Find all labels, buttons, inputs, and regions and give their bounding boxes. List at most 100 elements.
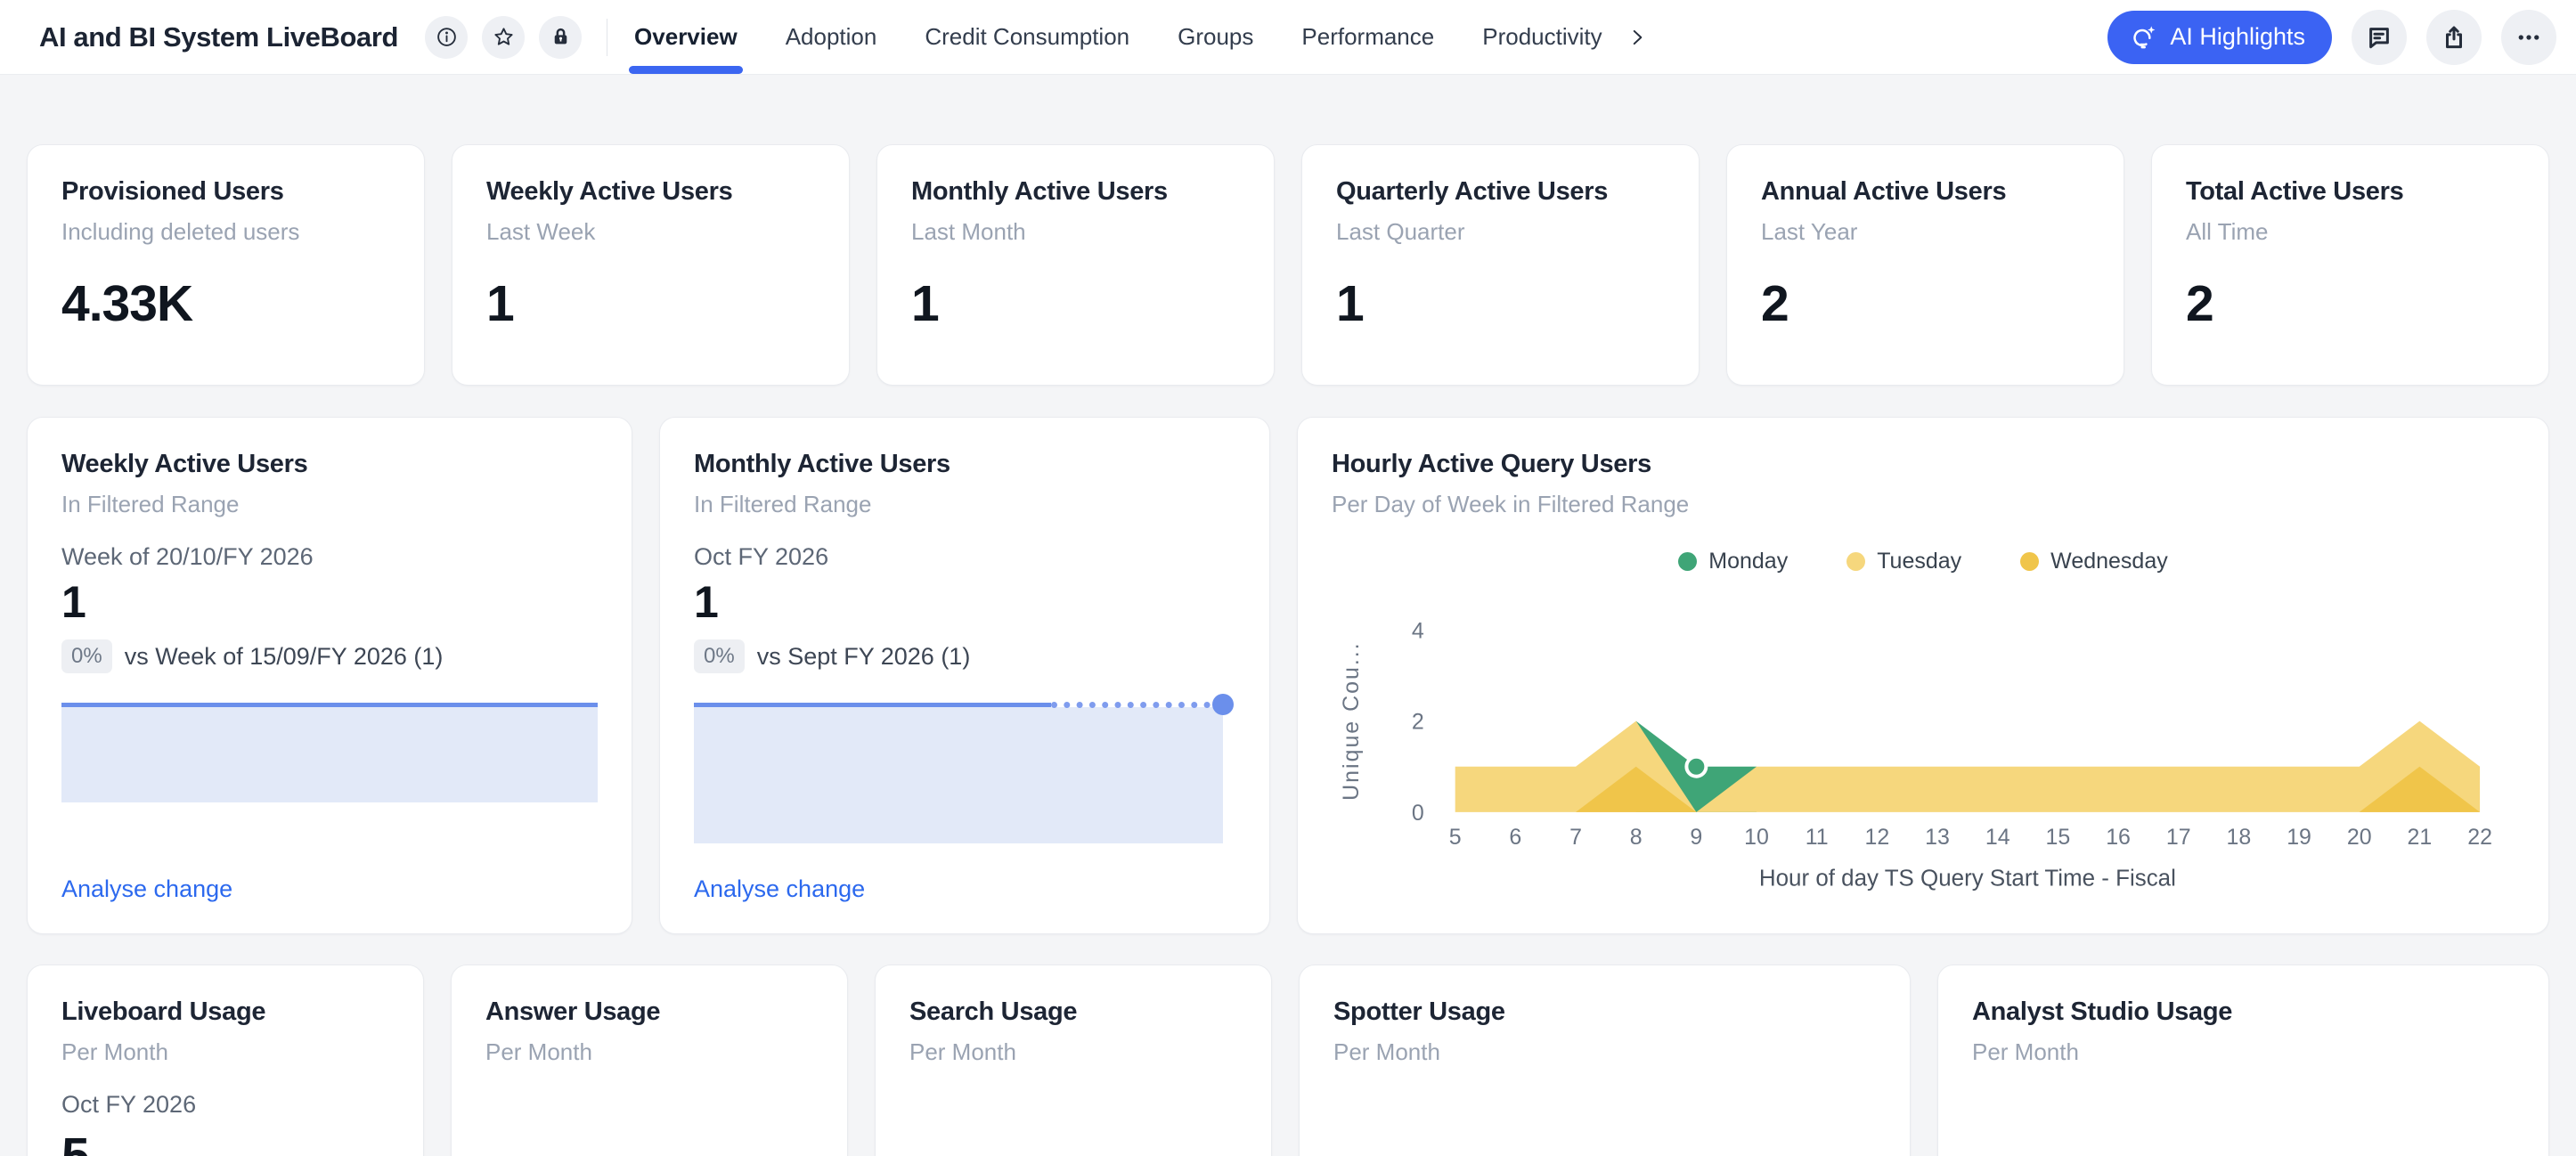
legend-item-tuesday[interactable]: Tuesday	[1846, 549, 1961, 574]
legend-label: Tuesday	[1877, 549, 1961, 574]
usage-row: Liveboard Usage Per Month Oct FY 2026 5 …	[27, 965, 2549, 1156]
tab-groups[interactable]: Groups	[1178, 0, 1253, 74]
card-title: Weekly Active Users	[61, 448, 598, 480]
lock-button[interactable]	[539, 16, 582, 59]
legend-dot	[1678, 552, 1697, 571]
analyse-change-link[interactable]: Analyse change	[61, 875, 598, 903]
share-icon	[2441, 24, 2467, 51]
trend-row: Weekly Active Users In Filtered Range We…	[27, 417, 2549, 934]
kpi-value: 1	[911, 274, 1240, 333]
kpi-card-quarterly-active-users: Quarterly Active Users Last Quarter 1	[1301, 144, 1700, 386]
card-title: Hourly Active Query Users	[1332, 448, 2515, 480]
card-subtitle: In Filtered Range	[694, 490, 1235, 518]
kpi-value: 2	[1761, 274, 2090, 333]
tab-overview[interactable]: Overview	[634, 0, 738, 74]
share-button[interactable]	[2426, 10, 2482, 65]
trend-card-weekly-active-users: Weekly Active Users In Filtered Range We…	[27, 417, 632, 934]
card-subtitle: All Time	[2186, 217, 2515, 246]
x-tick-label: 12	[1865, 825, 1890, 850]
usage-card-liveboard: Liveboard Usage Per Month Oct FY 2026 5	[27, 965, 424, 1156]
sparkle-bulb-icon	[2131, 23, 2158, 51]
x-tick-label: 16	[2106, 825, 2131, 850]
tab-adoption[interactable]: Adoption	[786, 0, 877, 74]
x-tick-label: 13	[1925, 825, 1950, 850]
card-subtitle: In Filtered Range	[61, 490, 598, 518]
card-title: Weekly Active Users	[486, 175, 815, 208]
trend-card-monthly-active-users: Monthly Active Users In Filtered Range O…	[659, 417, 1270, 934]
card-title: Monthly Active Users	[911, 175, 1240, 208]
change-badge: 0%	[61, 639, 112, 673]
legend-item-wednesday[interactable]: Wednesday	[2020, 549, 2168, 574]
info-icon	[436, 26, 458, 48]
legend-dot	[1846, 552, 1865, 571]
usage-card-analyst-studio: Analyst Studio Usage Per Month	[1937, 965, 2549, 1156]
x-tick-label: 18	[2227, 825, 2252, 850]
tab-credit-consumption[interactable]: Credit Consumption	[925, 0, 1129, 74]
liveboard-header: AI and BI System LiveBoard Overview Adop…	[0, 0, 2576, 75]
card-subtitle: Last Month	[911, 217, 1240, 246]
kpi-value: 4.33K	[61, 274, 390, 333]
ellipsis-icon	[2515, 24, 2542, 51]
y-tick-label: 2	[1412, 710, 1424, 735]
trend-value: 1	[694, 577, 1235, 627]
card-subtitle: Last Quarter	[1336, 217, 1665, 246]
legend-dot	[2020, 552, 2039, 571]
chart-legend: Monday Tuesday Wednesday	[1332, 549, 2515, 574]
x-tick-label: 21	[2408, 825, 2433, 850]
page-title: AI and BI System LiveBoard	[39, 21, 398, 53]
card-title: Provisioned Users	[61, 175, 390, 208]
x-axis-label: Hour of day TS Query Start Time - Fiscal	[1759, 867, 2176, 891]
trend-area-chart	[61, 703, 598, 802]
period-label: Oct FY 2026	[61, 1090, 389, 1119]
more-options-button[interactable]	[2501, 10, 2556, 65]
x-tick-label: 17	[2166, 825, 2191, 850]
legend-item-monday[interactable]: Monday	[1678, 549, 1788, 574]
tab-performance[interactable]: Performance	[1301, 0, 1434, 74]
card-title: Total Active Users	[2186, 175, 2515, 208]
x-tick-label: 15	[2046, 825, 2071, 850]
card-subtitle: Including deleted users	[61, 217, 390, 246]
kpi-row: Provisioned Users Including deleted user…	[27, 144, 2549, 386]
kpi-value: 2	[2186, 274, 2515, 333]
card-title: Search Usage	[909, 996, 1237, 1028]
trend-line	[694, 703, 1051, 707]
lock-icon	[550, 26, 572, 48]
change-row: 0% vs Week of 15/09/FY 2026 (1)	[61, 639, 598, 673]
area-fill	[61, 707, 598, 802]
area-fill	[694, 707, 1223, 843]
usage-card-answer: Answer Usage Per Month	[451, 965, 848, 1156]
ai-highlights-button[interactable]: AI Highlights	[2107, 11, 2332, 64]
comments-button[interactable]	[2352, 10, 2407, 65]
usage-card-search: Search Usage Per Month	[875, 965, 1272, 1156]
liveboard-body: Provisioned Users Including deleted user…	[0, 75, 2576, 1156]
y-tick-label: 0	[1412, 801, 1424, 826]
usage-card-spotter: Spotter Usage Per Month	[1299, 965, 1911, 1156]
card-subtitle: Per Month	[909, 1038, 1237, 1066]
period-label: Oct FY 2026	[694, 542, 1235, 572]
comment-icon	[2366, 24, 2393, 51]
analyse-change-link[interactable]: Analyse change	[694, 875, 1235, 903]
x-tick-label: 6	[1509, 825, 1521, 850]
card-title: Analyst Studio Usage	[1972, 996, 2515, 1028]
info-button[interactable]	[425, 16, 468, 59]
tab-productivity[interactable]: Productivity	[1482, 0, 1602, 74]
x-tick-label: 11	[1806, 825, 1829, 850]
star-icon	[493, 26, 515, 48]
kpi-value: 1	[1336, 274, 1665, 333]
kpi-card-provisioned-users: Provisioned Users Including deleted user…	[27, 144, 425, 386]
card-subtitle: Per Month	[1333, 1038, 1876, 1066]
ai-highlights-label: AI Highlights	[2170, 23, 2305, 51]
x-tick-label: 7	[1569, 825, 1582, 850]
x-tick-label: 9	[1690, 825, 1702, 850]
card-subtitle: Per Day of Week in Filtered Range	[1332, 490, 2515, 518]
kpi-card-weekly-active-users: Weekly Active Users Last Week 1	[452, 144, 850, 386]
kpi-card-monthly-active-users: Monthly Active Users Last Month 1	[876, 144, 1275, 386]
card-title: Quarterly Active Users	[1336, 175, 1665, 208]
x-tick-label: 10	[1744, 825, 1769, 850]
kpi-card-total-active-users: Total Active Users All Time 2	[2151, 144, 2549, 386]
projection-marker	[1212, 694, 1234, 715]
tabs-overflow-button[interactable]	[1626, 26, 1649, 49]
favorite-button[interactable]	[482, 16, 525, 59]
projection-dotted-line	[1051, 702, 1223, 708]
y-axis-label: Unique Cou...	[1339, 641, 1364, 800]
